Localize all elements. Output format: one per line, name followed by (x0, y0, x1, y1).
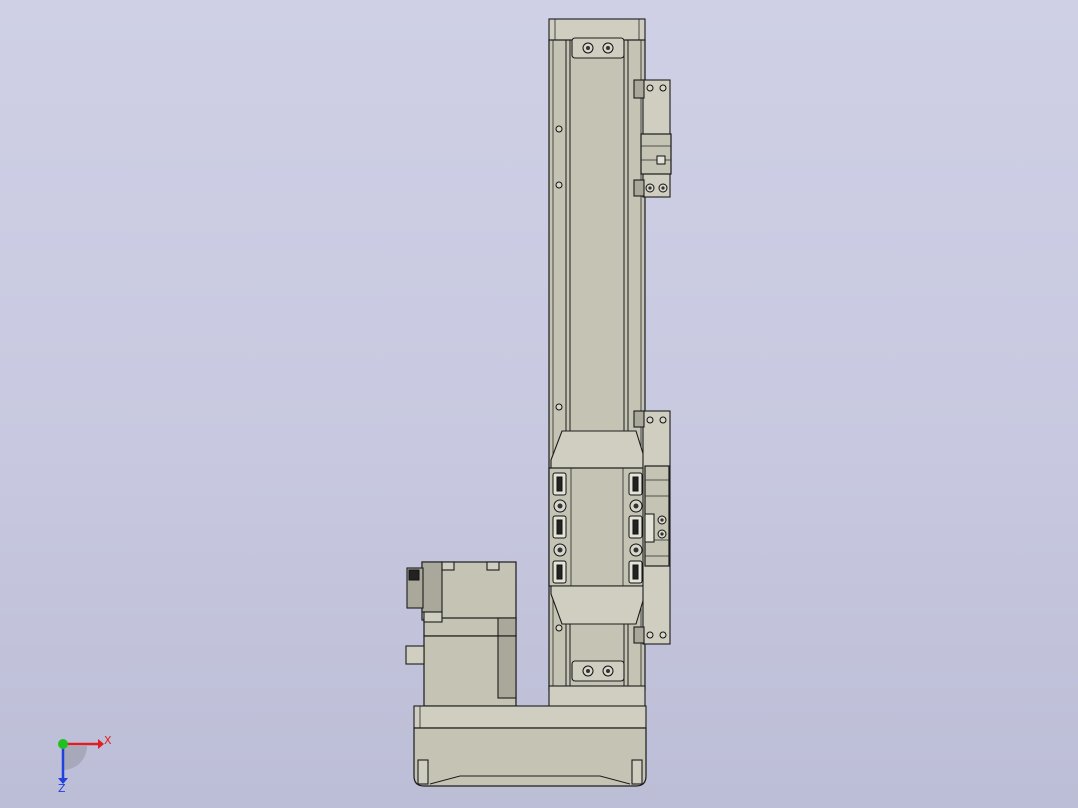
top-slot-plate (571, 37, 625, 59)
carriage-bottom-cover (550, 585, 646, 625)
carriage (548, 430, 646, 625)
upper-sensor-block (640, 133, 672, 175)
z-axis-label: Z (58, 782, 66, 795)
bottom-neck (548, 685, 646, 709)
x-axis-label: X (104, 734, 112, 747)
carriage-top-cover (550, 430, 646, 469)
base-housing (413, 705, 647, 787)
base-body (413, 727, 647, 787)
y-axis-dot (58, 739, 68, 749)
base-top-plate (413, 705, 647, 729)
triad-shade (63, 746, 87, 770)
bottom-slot-plate (571, 660, 625, 682)
motor-assembly (405, 561, 517, 707)
orientation-triad[interactable]: X Z (58, 734, 112, 795)
cad-viewport[interactable]: X Z (0, 0, 1078, 808)
